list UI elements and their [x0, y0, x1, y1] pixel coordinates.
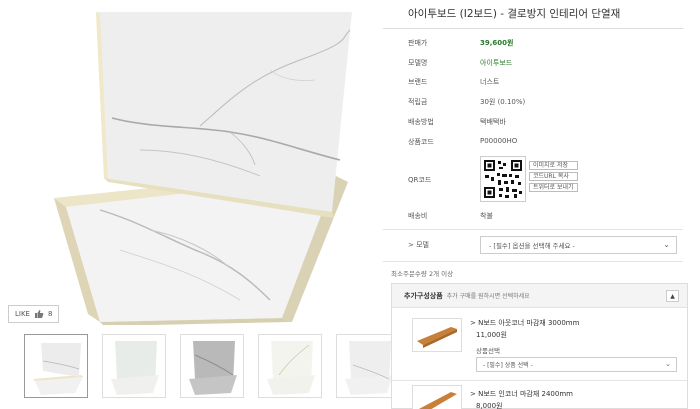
detail-value: P00000HO — [480, 137, 518, 145]
addon-description: 추가 구매를 원하시면 선택하세요 — [446, 293, 530, 300]
main-product-image[interactable] — [0, 0, 370, 325]
thumbnail-2[interactable] — [102, 334, 166, 398]
addon-products-panel: 추가구성상품 추가 구매를 원하시면 선택하세요 ▲ > N보드 아웃코너 마감… — [391, 283, 688, 409]
like-button[interactable]: LIKE 8 — [8, 305, 60, 323]
addon-item: > N보드 인코너 마감재 2400mm 8,000원 — [392, 381, 687, 409]
thumbs-up-icon — [34, 310, 44, 318]
detail-label: 배송방법 — [408, 118, 434, 126]
detail-label: 배송비 — [408, 212, 428, 220]
chevron-down-icon: ⌄ — [665, 360, 671, 368]
detail-row-shipping-method: 배송방법 택배택바 — [383, 117, 683, 127]
addon-item-select[interactable]: - [필수] 상품 선택 - ⌄ — [476, 357, 677, 372]
detail-value: 39,600원 — [480, 39, 514, 47]
addon-header: 추가구성상품 추가 구매를 원하시면 선택하세요 ▲ — [392, 284, 687, 308]
copy-code-url-button[interactable]: 코드URL 복사 — [529, 172, 578, 181]
detail-label: 상품코드 — [408, 138, 434, 146]
divider — [383, 261, 683, 262]
thumbnail-4[interactable] — [258, 334, 322, 398]
addon-item-image[interactable] — [412, 318, 462, 352]
option-label: > 모델 — [408, 241, 429, 249]
detail-row-brand: 브랜드 너스트 — [383, 77, 683, 87]
save-image-button[interactable]: 이미지로 저장 — [529, 161, 578, 170]
option-select[interactable]: - [필수] 옵션을 선택해 주세요 - ⌄ — [480, 236, 677, 254]
detail-value: 너스트 — [480, 78, 500, 86]
addon-item-name[interactable]: > N보드 인코너 마감재 2400mm — [470, 389, 573, 399]
addon-item-select-label: 상품선택 — [476, 347, 500, 355]
detail-row-price: 판매가 39,600원 — [383, 38, 683, 48]
divider — [383, 28, 683, 29]
addon-item-price: 8,000원 — [476, 402, 503, 409]
collapse-toggle-button[interactable]: ▲ — [666, 290, 679, 302]
option-select-value: - [필수] 옵션을 선택해 주세요 - — [489, 242, 575, 250]
qr-label: QR코드 — [408, 176, 432, 184]
thumbnail-strip — [24, 334, 400, 398]
addon-item-image[interactable] — [412, 385, 462, 409]
detail-row-product-code: 상품코드 P00000HO — [383, 137, 683, 147]
product-title: 아이투보드 (I2보드) - 결로방지 인테리어 단열재 — [408, 8, 621, 20]
qr-code-image — [480, 156, 526, 202]
divider — [383, 229, 683, 230]
chevron-down-icon: ⌄ — [663, 240, 670, 249]
product-info-panel: 아이투보드 (I2보드) - 결로방지 인테리어 단열재 판매가 39,600원… — [383, 0, 700, 409]
addon-item-price: 11,000원 — [476, 331, 507, 339]
addon-item-select-value: - [필수] 상품 선택 - — [483, 362, 533, 369]
addon-item: > N보드 아웃코너 마감재 3000mm 11,000원 상품선택 - [필수… — [392, 308, 687, 378]
detail-value: 30원 (0.10%) — [480, 98, 526, 106]
send-twitter-button[interactable]: 트위터로 보내기 — [529, 183, 578, 192]
detail-label: 적립금 — [408, 98, 428, 106]
detail-value: 착불 — [480, 212, 493, 220]
like-count: 8 — [47, 310, 53, 318]
detail-label: 브랜드 — [408, 78, 428, 86]
detail-row-shipping-fee: 배송비 착불 — [383, 211, 683, 221]
qr-actions: 이미지로 저장 코드URL 복사 트위터로 보내기 — [529, 161, 578, 192]
detail-value: 택배택바 — [480, 118, 506, 126]
minimum-quantity-note: 최소주문수량 2개 이상 — [391, 270, 454, 278]
addon-title: 추가구성상품 — [404, 291, 443, 300]
addon-item-name[interactable]: > N보드 아웃코너 마감재 3000mm — [470, 318, 579, 328]
detail-label: 모델명 — [408, 59, 428, 67]
like-label: LIKE — [15, 310, 30, 318]
detail-row-points: 적립금 30원 (0.10%) — [383, 97, 683, 107]
model-link[interactable]: 아이투보드 — [480, 58, 512, 68]
thumbnail-1[interactable] — [24, 334, 88, 398]
detail-label: 판매가 — [408, 39, 428, 47]
detail-row-model: 모델명 아이투보드 — [383, 58, 683, 68]
thumbnail-3[interactable] — [180, 334, 244, 398]
